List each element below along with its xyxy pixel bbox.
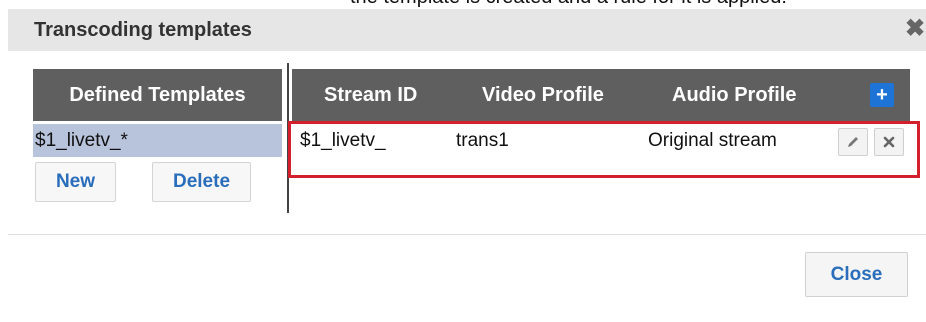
template-list-item[interactable]: $1_livetv_* bbox=[33, 124, 282, 157]
close-button[interactable]: Close bbox=[805, 252, 908, 297]
close-icon[interactable]: ✖ bbox=[904, 16, 926, 42]
add-rule-button[interactable]: + bbox=[870, 83, 894, 107]
new-template-button[interactable]: New bbox=[35, 162, 116, 202]
rules-table-header: Stream ID Video Profile Audio Profile + bbox=[292, 69, 910, 121]
delete-template-button[interactable]: Delete bbox=[152, 162, 251, 202]
dialog-title: Transcoding templates bbox=[34, 19, 252, 41]
plus-icon: + bbox=[876, 84, 888, 106]
column-stream-id: Stream ID bbox=[324, 84, 418, 106]
highlight-box bbox=[288, 121, 920, 178]
templates-header: Defined Templates bbox=[33, 69, 282, 121]
column-video-profile: Video Profile bbox=[482, 84, 604, 106]
clipped-background: the template is created and a rule for i… bbox=[0, 0, 926, 8]
column-audio-profile: Audio Profile bbox=[672, 84, 797, 106]
clipped-top-text: the template is created and a rule for i… bbox=[350, 0, 787, 9]
dialog-titlebar: Transcoding templates ✖ bbox=[8, 9, 926, 51]
footer-divider bbox=[8, 234, 926, 235]
